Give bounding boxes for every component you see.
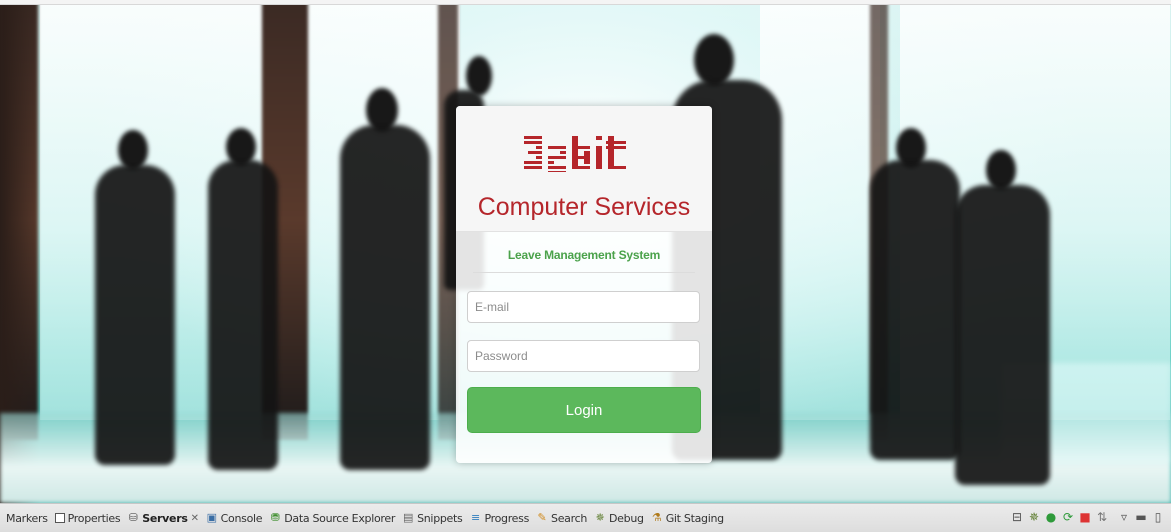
debug-server-icon[interactable]: ✵ [1027,510,1041,524]
login-button[interactable]: Login [467,387,701,433]
git-staging-icon: ⚗ [651,511,662,524]
tab-debug[interactable]: ✵ Debug [594,512,644,525]
minimize-icon[interactable]: ▬ [1134,510,1148,524]
logo-32bit-graphic [524,136,626,172]
view-menu-icon[interactable]: ▿ [1117,510,1131,524]
tab-console[interactable]: ▣ Console [206,512,263,525]
tab-progress[interactable]: ≡ Progress [469,512,529,525]
data-source-icon: ⛃ [270,511,280,524]
close-icon[interactable]: ✕ [191,513,199,524]
password-field[interactable] [467,340,700,372]
tab-label-data-source-explorer: Data Source Explorer [284,511,396,525]
tab-label-snippets: Snippets [417,511,463,525]
console-icon: ▣ [206,511,217,524]
tab-label-console: Console [220,511,263,525]
search-icon: ✎ [537,511,547,524]
email-field[interactable] [467,291,700,323]
tab-label-progress: Progress [484,511,530,525]
tab-label-servers: Servers [142,511,188,525]
tab-data-source-explorer[interactable]: ⛃ Data Source Explorer [269,511,396,525]
tab-search[interactable]: ✎ Search [536,511,588,525]
browser-viewport: Computer Services Leave Management Syste… [0,0,1171,503]
system-title: Leave Management System [473,248,695,273]
login-card-header: Computer Services [456,106,712,232]
tab-label-markers: Markers [6,511,48,525]
properties-icon [54,513,65,523]
eclipse-bottom-tab-bar: Markers Properties ⛁ Servers ✕ ▣ Console… [0,503,1171,532]
start-server-icon[interactable]: ● [1044,510,1058,524]
snippets-icon: ▤ [403,511,414,524]
tab-label-properties: Properties [67,511,121,525]
view-toolbar: ⊟ ✵ ● ⟳ ■ ⇅ ▿ ▬ ▯ [1007,510,1165,524]
servers-icon: ⛁ [128,511,138,524]
publish-icon[interactable]: ⇅ [1095,510,1109,524]
tab-snippets[interactable]: ▤ Snippets [402,511,463,525]
company-name: Computer Services [477,193,691,221]
tab-label-search: Search [551,511,588,525]
login-form: Leave Management System Login [456,232,712,433]
tab-git-staging[interactable]: ⚗ Git Staging [651,512,724,525]
tab-properties[interactable]: Properties [54,511,121,525]
tab-label-git-staging: Git Staging [665,511,724,525]
maximize-icon[interactable]: ▯ [1151,510,1165,524]
top-strip [0,0,1171,5]
company-logo [456,106,712,172]
tab-label-debug: Debug [609,511,644,525]
collapse-all-icon[interactable]: ⊟ [1010,510,1024,524]
tab-markers[interactable]: Markers [6,512,48,525]
progress-icon: ≡ [471,511,480,524]
profile-server-icon[interactable]: ⟳ [1061,510,1075,524]
tab-servers[interactable]: ⛁ Servers ✕ [127,511,199,525]
debug-icon: ✵ [595,511,605,524]
login-card: Computer Services Leave Management Syste… [456,106,712,463]
stop-server-icon[interactable]: ■ [1078,510,1092,524]
